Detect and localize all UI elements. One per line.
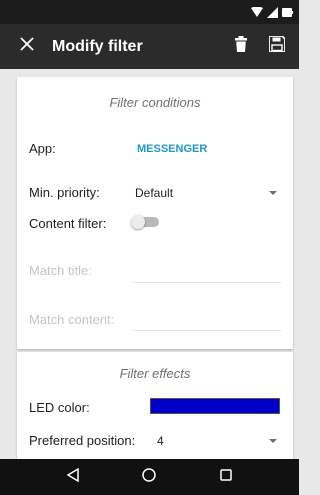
card-title: Filter conditions xyxy=(109,95,201,110)
delete-button[interactable] xyxy=(223,24,259,69)
system-nav-bar xyxy=(0,459,299,495)
signal-icon xyxy=(267,6,278,18)
page-title: Modify filter xyxy=(52,37,143,55)
match-title-label: Match title: xyxy=(29,263,92,278)
chevron-down-icon xyxy=(269,191,277,195)
card-title: Filter effects xyxy=(119,366,191,381)
preferred-position-label: Preferred position: xyxy=(29,433,136,448)
app-select-button[interactable]: MESSENGER xyxy=(137,143,207,155)
recents-button[interactable] xyxy=(206,459,246,495)
min-priority-label: Min. priority: xyxy=(29,185,100,200)
battery-icon xyxy=(282,7,293,17)
home-icon xyxy=(142,467,157,487)
led-color-label: LED color: xyxy=(29,400,90,415)
trash-icon xyxy=(235,36,247,57)
status-bar xyxy=(0,0,299,24)
save-button[interactable] xyxy=(259,24,295,69)
min-priority-value: Default xyxy=(135,186,174,200)
content-filter-label: Content filter: xyxy=(29,216,107,231)
match-title-input[interactable] xyxy=(133,282,281,283)
preferred-position-dropdown[interactable]: 4 xyxy=(153,425,283,455)
back-button[interactable] xyxy=(53,459,93,495)
close-button[interactable] xyxy=(8,24,46,69)
filter-effects-card: Filter effects LED color: Preferred posi… xyxy=(17,352,293,459)
content-filter-toggle[interactable] xyxy=(129,212,163,232)
home-button[interactable] xyxy=(129,459,169,495)
preferred-position-value: 4 xyxy=(157,434,164,448)
chevron-down-icon xyxy=(269,439,277,443)
match-content-label: Match content: xyxy=(29,312,115,327)
content-area[interactable]: Filter conditions App: MESSENGER Min. pr… xyxy=(0,69,299,459)
back-icon xyxy=(66,467,79,487)
close-icon xyxy=(20,37,34,56)
filter-conditions-card: Filter conditions App: MESSENGER Min. pr… xyxy=(17,77,293,349)
app-label: App: xyxy=(29,141,56,156)
wifi-icon xyxy=(251,7,263,17)
match-content-input[interactable] xyxy=(133,330,281,331)
recents-icon xyxy=(220,468,232,486)
toggle-thumb xyxy=(131,215,145,229)
app-bar: Modify filter xyxy=(0,24,299,69)
min-priority-dropdown[interactable]: Default xyxy=(133,177,283,207)
led-color-swatch[interactable] xyxy=(150,398,280,414)
save-icon xyxy=(268,35,286,57)
